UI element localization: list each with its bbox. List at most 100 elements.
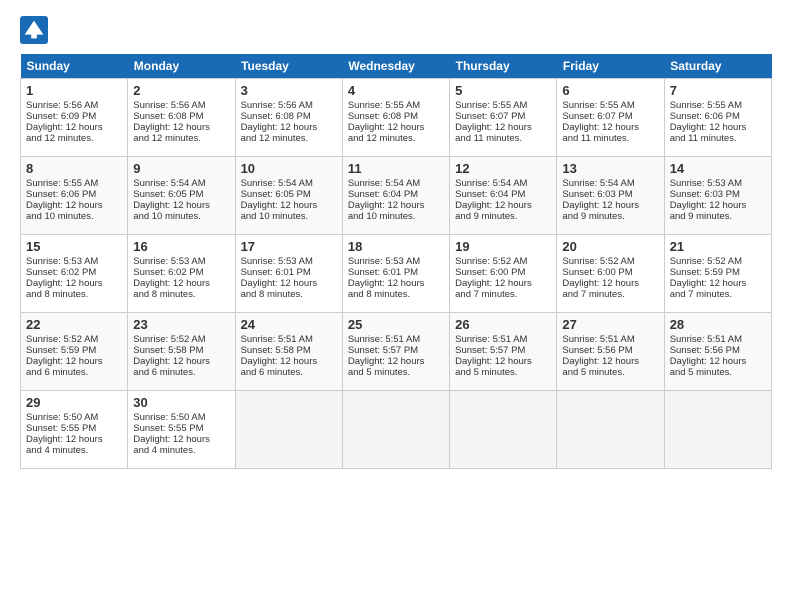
day-info-line: Daylight: 12 hours [455, 356, 551, 367]
day-info-line: and 12 minutes. [241, 133, 337, 144]
calendar-cell: 30Sunrise: 5:50 AMSunset: 5:55 PMDayligh… [128, 391, 235, 469]
day-info-line: and 10 minutes. [133, 211, 229, 222]
calendar-cell: 22Sunrise: 5:52 AMSunset: 5:59 PMDayligh… [21, 313, 128, 391]
logo [20, 16, 50, 44]
day-info-line: and 11 minutes. [670, 133, 766, 144]
day-info-line: and 5 minutes. [455, 367, 551, 378]
day-info-line: Sunset: 6:09 PM [26, 111, 122, 122]
day-number: 29 [26, 395, 122, 410]
header [20, 16, 772, 44]
day-info-line: Sunset: 5:58 PM [241, 345, 337, 356]
day-number: 22 [26, 317, 122, 332]
day-info-line: Sunrise: 5:52 AM [133, 334, 229, 345]
day-number: 24 [241, 317, 337, 332]
day-info-line: Daylight: 12 hours [562, 356, 658, 367]
day-info-line: Sunset: 6:06 PM [26, 189, 122, 200]
day-info-line: Daylight: 12 hours [670, 122, 766, 133]
logo-icon [20, 16, 48, 44]
day-info-line: Daylight: 12 hours [241, 356, 337, 367]
day-info-line: and 12 minutes. [348, 133, 444, 144]
day-info-line: Sunset: 6:05 PM [133, 189, 229, 200]
day-info-line: and 6 minutes. [241, 367, 337, 378]
col-header-friday: Friday [557, 54, 664, 79]
day-info-line: Sunrise: 5:51 AM [455, 334, 551, 345]
day-info-line: Sunset: 5:56 PM [670, 345, 766, 356]
day-info-line: and 8 minutes. [26, 289, 122, 300]
day-info-line: Sunset: 6:06 PM [670, 111, 766, 122]
day-info-line: and 8 minutes. [133, 289, 229, 300]
day-info-line: Sunrise: 5:52 AM [26, 334, 122, 345]
week-row-3: 22Sunrise: 5:52 AMSunset: 5:59 PMDayligh… [21, 313, 772, 391]
day-info-line: Sunrise: 5:54 AM [455, 178, 551, 189]
day-number: 27 [562, 317, 658, 332]
day-info-line: Daylight: 12 hours [562, 200, 658, 211]
calendar-cell [342, 391, 449, 469]
day-info-line: Daylight: 12 hours [670, 356, 766, 367]
calendar-body: 1Sunrise: 5:56 AMSunset: 6:09 PMDaylight… [21, 79, 772, 469]
day-info-line: Sunset: 6:02 PM [26, 267, 122, 278]
day-number: 5 [455, 83, 551, 98]
day-number: 17 [241, 239, 337, 254]
day-info-line: Daylight: 12 hours [455, 122, 551, 133]
day-info-line: Sunrise: 5:54 AM [133, 178, 229, 189]
day-number: 7 [670, 83, 766, 98]
day-info-line: and 6 minutes. [133, 367, 229, 378]
day-info-line: and 11 minutes. [562, 133, 658, 144]
day-info-line: Sunset: 6:04 PM [348, 189, 444, 200]
day-number: 10 [241, 161, 337, 176]
day-number: 12 [455, 161, 551, 176]
day-info-line: Sunset: 5:59 PM [26, 345, 122, 356]
calendar-cell: 19Sunrise: 5:52 AMSunset: 6:00 PMDayligh… [450, 235, 557, 313]
calendar-cell: 15Sunrise: 5:53 AMSunset: 6:02 PMDayligh… [21, 235, 128, 313]
day-info-line: and 7 minutes. [562, 289, 658, 300]
day-info-line: Sunset: 6:00 PM [562, 267, 658, 278]
day-number: 11 [348, 161, 444, 176]
day-info-line: Daylight: 12 hours [26, 122, 122, 133]
calendar-cell: 7Sunrise: 5:55 AMSunset: 6:06 PMDaylight… [664, 79, 771, 157]
day-info-line: Daylight: 12 hours [26, 200, 122, 211]
calendar-cell: 26Sunrise: 5:51 AMSunset: 5:57 PMDayligh… [450, 313, 557, 391]
day-info-line: and 9 minutes. [670, 211, 766, 222]
day-info-line: and 5 minutes. [562, 367, 658, 378]
day-info-line: Sunrise: 5:53 AM [26, 256, 122, 267]
day-info-line: and 10 minutes. [26, 211, 122, 222]
day-info-line: and 7 minutes. [670, 289, 766, 300]
calendar-cell: 28Sunrise: 5:51 AMSunset: 5:56 PMDayligh… [664, 313, 771, 391]
calendar-cell: 29Sunrise: 5:50 AMSunset: 5:55 PMDayligh… [21, 391, 128, 469]
day-number: 15 [26, 239, 122, 254]
day-info-line: Daylight: 12 hours [241, 278, 337, 289]
day-info-line: and 9 minutes. [562, 211, 658, 222]
calendar-table: SundayMondayTuesdayWednesdayThursdayFrid… [20, 54, 772, 469]
day-number: 3 [241, 83, 337, 98]
day-number: 16 [133, 239, 229, 254]
day-info-line: and 11 minutes. [455, 133, 551, 144]
day-info-line: Sunrise: 5:51 AM [348, 334, 444, 345]
day-info-line: Sunset: 5:55 PM [133, 423, 229, 434]
day-info-line: Daylight: 12 hours [133, 122, 229, 133]
page: SundayMondayTuesdayWednesdayThursdayFrid… [0, 0, 792, 612]
calendar-cell: 14Sunrise: 5:53 AMSunset: 6:03 PMDayligh… [664, 157, 771, 235]
day-info-line: Sunrise: 5:51 AM [670, 334, 766, 345]
day-info-line: Daylight: 12 hours [348, 278, 444, 289]
day-info-line: and 5 minutes. [348, 367, 444, 378]
day-info-line: Sunrise: 5:50 AM [26, 412, 122, 423]
day-info-line: Sunrise: 5:56 AM [133, 100, 229, 111]
day-info-line: Sunrise: 5:52 AM [562, 256, 658, 267]
calendar-cell: 9Sunrise: 5:54 AMSunset: 6:05 PMDaylight… [128, 157, 235, 235]
day-info-line: Sunrise: 5:54 AM [241, 178, 337, 189]
day-info-line: and 7 minutes. [455, 289, 551, 300]
col-header-thursday: Thursday [450, 54, 557, 79]
day-info-line: Sunrise: 5:53 AM [241, 256, 337, 267]
day-info-line: and 9 minutes. [455, 211, 551, 222]
day-info-line: Sunset: 6:03 PM [562, 189, 658, 200]
week-row-2: 15Sunrise: 5:53 AMSunset: 6:02 PMDayligh… [21, 235, 772, 313]
calendar-cell: 21Sunrise: 5:52 AMSunset: 5:59 PMDayligh… [664, 235, 771, 313]
day-info-line: Sunset: 5:57 PM [348, 345, 444, 356]
calendar-cell: 12Sunrise: 5:54 AMSunset: 6:04 PMDayligh… [450, 157, 557, 235]
day-info-line: Sunrise: 5:54 AM [562, 178, 658, 189]
day-info-line: Sunset: 6:08 PM [241, 111, 337, 122]
day-info-line: Daylight: 12 hours [348, 356, 444, 367]
day-info-line: and 8 minutes. [241, 289, 337, 300]
day-info-line: Sunset: 6:05 PM [241, 189, 337, 200]
calendar-header-row: SundayMondayTuesdayWednesdayThursdayFrid… [21, 54, 772, 79]
